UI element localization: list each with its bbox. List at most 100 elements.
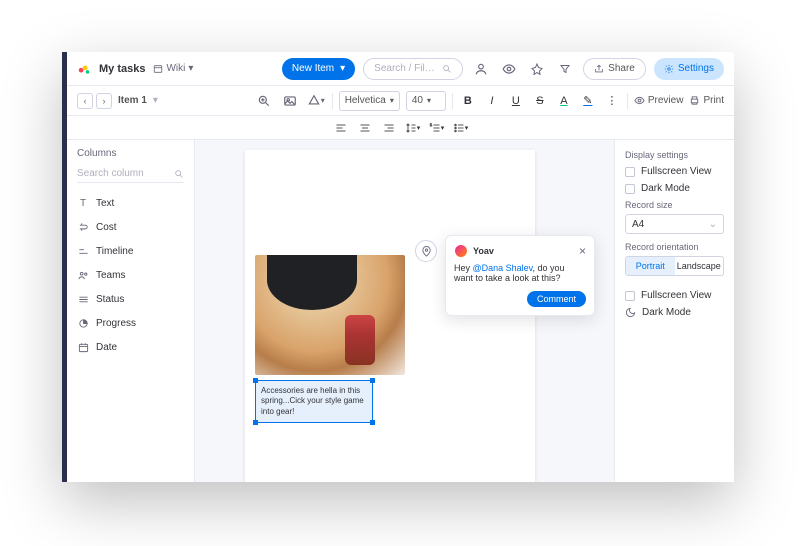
share-button[interactable]: Share <box>583 58 646 80</box>
column-item[interactable]: Status <box>77 287 184 311</box>
column-item[interactable]: Timeline <box>77 239 184 263</box>
portrait-button[interactable]: Portrait <box>626 257 675 275</box>
chevron-down-icon: ⌄ <box>709 219 717 230</box>
settings-label: Settings <box>678 63 714 74</box>
preview-label: Preview <box>648 95 684 106</box>
more-button[interactable]: ⋮ <box>603 94 621 107</box>
zoom-icon[interactable] <box>254 91 274 111</box>
document-canvas[interactable]: Accessories are hella in this spring...C… <box>195 140 614 482</box>
column-item[interactable]: Cost <box>77 215 184 239</box>
record-size-dropdown[interactable]: A4 ⌄ <box>625 214 724 234</box>
column-label: Teams <box>96 270 125 281</box>
landscape-button[interactable]: Landscape <box>675 257 724 275</box>
progress-icon <box>77 317 89 329</box>
nav-back-button[interactable]: ‹ <box>77 93 93 109</box>
underline-button[interactable]: U <box>507 95 525 107</box>
logo-icon <box>77 62 91 76</box>
share-label: Share <box>608 63 635 74</box>
mention[interactable]: @Dana Shalev <box>473 263 533 273</box>
board-title: My tasks <box>99 63 145 75</box>
highlight-button[interactable]: ✎ <box>579 94 597 107</box>
font-size-value: 40 <box>412 95 423 106</box>
column-item[interactable]: Date <box>77 335 184 359</box>
comment-pin-icon[interactable] <box>415 240 437 262</box>
bold-button[interactable]: B <box>459 95 477 107</box>
column-item[interactable]: TText <box>77 191 184 215</box>
italic-button[interactable]: I <box>483 95 501 107</box>
caption-text: Accessories are hella in this spring...C… <box>261 386 364 416</box>
comment-body: Hey @Dana Shalev, do you want to take a … <box>454 263 586 283</box>
column-item[interactable]: Teams <box>77 263 184 287</box>
fullscreen-checkbox-2[interactable]: Fullscreen View <box>625 290 724 301</box>
new-item-button[interactable]: New Item ▾ <box>282 58 355 80</box>
topbar: My tasks Wiki ▾ New Item ▾ Search / Filt… <box>67 52 734 86</box>
print-button[interactable]: Print <box>689 95 724 106</box>
chevron-down-icon: ▾ <box>390 96 394 105</box>
align-toolbar: ▾ 1▾ ▾ <box>67 116 734 140</box>
document-image[interactable] <box>255 255 405 375</box>
align-right-button[interactable] <box>380 122 398 134</box>
breadcrumb-chevron-icon: ▾ <box>153 95 158 106</box>
column-item[interactable]: Progress <box>77 311 184 335</box>
resize-handle[interactable] <box>370 420 375 425</box>
font-family-dropdown[interactable]: Helvetica ▾ <box>339 91 400 111</box>
text-color-button[interactable]: A <box>555 95 573 107</box>
view-label: Wiki <box>166 63 185 74</box>
text-block-selected[interactable]: Accessories are hella in this spring...C… <box>255 380 373 423</box>
column-label: Status <box>96 294 124 305</box>
list-ordered-button[interactable]: 1▾ <box>428 122 446 134</box>
timeline-icon <box>77 245 89 257</box>
column-label: Cost <box>96 222 117 233</box>
resize-handle[interactable] <box>253 420 258 425</box>
view-dropdown[interactable]: Wiki ▾ <box>153 63 193 74</box>
search-input[interactable]: Search / Filter Board <box>363 58 463 80</box>
columns-heading: Columns <box>77 148 184 159</box>
teams-icon <box>77 269 89 281</box>
column-label: Progress <box>96 318 136 329</box>
breadcrumb-item: Item 1 <box>118 95 147 106</box>
eye-icon[interactable] <box>499 59 519 79</box>
chevron-down-icon: ▾ <box>188 63 193 74</box>
pin-icon[interactable] <box>527 59 547 79</box>
date-icon <box>77 341 89 353</box>
search-icon <box>442 64 452 74</box>
line-height-button[interactable]: ▾ <box>404 122 422 134</box>
nav-forward-button[interactable]: › <box>96 93 112 109</box>
print-label: Print <box>703 95 724 106</box>
strike-button[interactable]: S <box>531 95 549 107</box>
font-value: Helvetica <box>345 95 386 106</box>
filter-icon[interactable] <box>555 59 575 79</box>
user-icon[interactable] <box>471 59 491 79</box>
comment-button[interactable]: Comment <box>527 291 586 307</box>
column-search-input[interactable]: Search column <box>77 165 184 183</box>
shape-icon[interactable]: ▾ <box>306 91 326 111</box>
resize-handle[interactable] <box>253 378 258 383</box>
record-size-label: Record size <box>625 200 724 210</box>
status-icon <box>77 293 89 305</box>
svg-text:1: 1 <box>430 123 432 127</box>
align-center-button[interactable] <box>356 122 374 134</box>
font-size-dropdown[interactable]: 40 ▾ <box>406 91 446 111</box>
column-label: Timeline <box>96 246 133 257</box>
orientation-segmented: Portrait Landscape <box>625 256 724 276</box>
chevron-down-icon: ▾ <box>427 96 431 105</box>
display-settings-heading: Display settings <box>625 150 724 160</box>
list-bullet-button[interactable]: ▾ <box>452 122 470 134</box>
columns-sidebar: Columns Search column TText Cost Timelin… <box>67 140 195 482</box>
new-item-label: New Item <box>292 63 334 74</box>
search-icon <box>174 169 184 179</box>
search-placeholder: Search / Filter Board <box>374 63 437 74</box>
darkmode-toggle[interactable]: Dark Mode <box>625 307 724 318</box>
align-left-button[interactable] <box>332 122 350 134</box>
resize-handle[interactable] <box>370 378 375 383</box>
image-icon[interactable] <box>280 91 300 111</box>
darkmode-checkbox[interactable]: Dark Mode <box>625 183 724 194</box>
preview-button[interactable]: Preview <box>634 95 684 106</box>
close-icon[interactable]: × <box>579 244 586 258</box>
editor-toolbar: ‹ › Item 1 ▾ ▾ Helvetica ▾ 40 ▾ B I U S … <box>67 86 734 116</box>
column-label: Text <box>96 198 114 209</box>
fullscreen-checkbox[interactable]: Fullscreen View <box>625 166 724 177</box>
moon-icon <box>625 307 636 318</box>
column-search-placeholder: Search column <box>77 168 144 179</box>
settings-button[interactable]: Settings <box>654 58 724 80</box>
